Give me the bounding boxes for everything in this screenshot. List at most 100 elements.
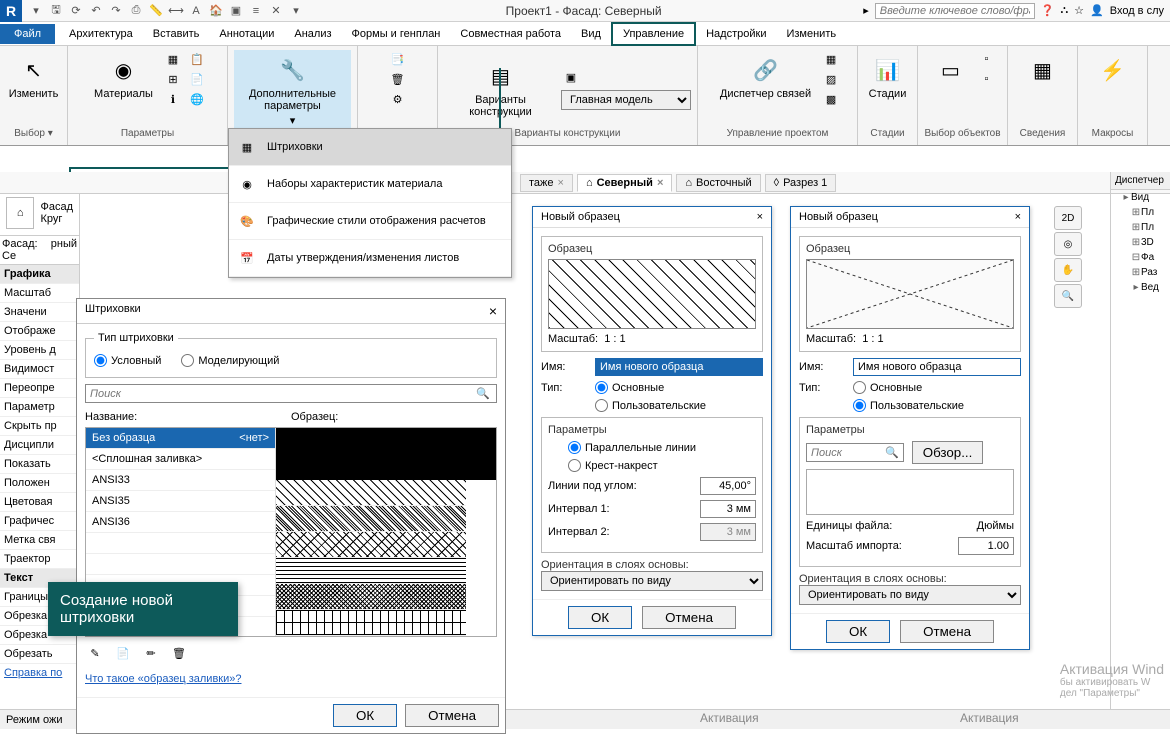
add-set-icon[interactable]: ▣ (561, 68, 581, 86)
zoom-icon[interactable]: 🔍 (1054, 284, 1082, 308)
switch-win-icon[interactable]: ▾ (288, 3, 304, 19)
dd-sheet-issues[interactable]: 📅Даты утверждения/изменения листов (229, 240, 511, 277)
ok-button[interactable]: ОК (826, 620, 890, 643)
duplicate-pattern-icon[interactable]: 📄 (113, 643, 133, 663)
prop-row[interactable]: Переопре (0, 379, 79, 398)
pattern-row[interactable]: Без образца<нет> (86, 428, 275, 449)
basic-radio[interactable]: Основные (853, 381, 922, 394)
orient-select[interactable]: Ориентировать по виду (799, 585, 1021, 605)
prop-row[interactable]: Значени (0, 303, 79, 322)
star-icon[interactable]: ☆ (1074, 4, 1084, 17)
close-view-icon[interactable]: ✕ (268, 3, 284, 19)
prop-row[interactable]: Уровень д (0, 341, 79, 360)
pattern-row[interactable] (86, 533, 275, 554)
close-icon[interactable]: × (1015, 211, 1021, 223)
import-scale-input[interactable] (958, 537, 1014, 555)
rename-pattern-icon[interactable]: ✏ (141, 643, 161, 663)
new-pattern-icon[interactable]: ✎ (85, 643, 105, 663)
manage-links-button[interactable]: 🔗Диспетчер связей (714, 50, 817, 104)
tree-schedules[interactable]: ▸Вед (1111, 280, 1170, 295)
view-tab-north[interactable]: ⌂Северный× (577, 174, 672, 192)
pattern-search[interactable]: 🔍 (85, 384, 497, 403)
prop-row[interactable]: Графичес (0, 512, 79, 531)
crosshatch-radio[interactable]: Крест-накрест (568, 459, 658, 472)
orient-select[interactable]: Ориентировать по виду (541, 571, 763, 591)
sync-icon[interactable]: ⟳ (68, 3, 84, 19)
properties-help-link[interactable]: Справка по (0, 664, 79, 682)
spacing1-input[interactable] (700, 500, 756, 518)
menu-analyze[interactable]: Анализ (284, 24, 341, 44)
project-params-icon[interactable]: 📋 (187, 50, 207, 68)
menu-massing[interactable]: Формы и генплан (342, 24, 451, 44)
section-icon[interactable]: ▣ (228, 3, 244, 19)
dd-material-assets[interactable]: ◉Наборы характеристик материала (229, 166, 511, 203)
close-icon[interactable]: × (657, 177, 663, 189)
tree-sections[interactable]: ⊞Раз (1111, 265, 1170, 280)
transfer-icon[interactable]: 📑 (388, 50, 408, 68)
prop-row[interactable]: Показать (0, 455, 79, 474)
menu-architecture[interactable]: Архитектура (59, 24, 143, 44)
link3-icon[interactable]: ▩ (821, 90, 841, 108)
search-icon[interactable]: 🔍 (470, 385, 496, 402)
pattern-file-list[interactable] (806, 469, 1014, 515)
thin-lines-icon[interactable]: ≡ (248, 3, 264, 19)
cancel-button[interactable]: Отмена (642, 606, 736, 629)
prop-row[interactable]: Обрезать (0, 645, 79, 664)
browse-button[interactable]: Обзор... (912, 441, 984, 464)
dd-analysis-display[interactable]: 🎨Графические стили отображения расчетов (229, 203, 511, 240)
custom-radio[interactable]: Пользовательские (595, 399, 706, 412)
tree-3d[interactable]: ⊞3D (1111, 235, 1170, 250)
menu-addins[interactable]: Надстройки (696, 24, 776, 44)
drafting-radio[interactable]: Условный (94, 354, 161, 367)
pattern-row[interactable]: <Сплошная заливка> (86, 449, 275, 470)
delete-pattern-icon[interactable]: 🗑 (169, 643, 189, 663)
prop-row[interactable]: Положен (0, 474, 79, 493)
type-selector[interactable]: ⌂ ФасадКруг (0, 191, 79, 235)
view-tab-section[interactable]: ◊Разрез 1 (765, 174, 837, 192)
open-icon[interactable]: ▾ (28, 3, 44, 19)
prop-row[interactable]: Масштаб (0, 284, 79, 303)
menu-manage[interactable]: Управление (611, 22, 696, 46)
model-radio[interactable]: Моделирующий (181, 354, 279, 367)
dd-fill-patterns[interactable]: ▦Штриховки (229, 129, 511, 166)
view-tab-1[interactable]: таже× (520, 174, 573, 192)
tree-views[interactable]: ▸Вид (1111, 190, 1170, 205)
modify-button[interactable]: ↖Изменить (3, 50, 65, 104)
print-icon[interactable]: ⎙ (128, 3, 144, 19)
menu-file[interactable]: Файл (0, 24, 55, 44)
save-icon[interactable]: 🖫 (48, 3, 64, 19)
menu-view[interactable]: Вид (571, 24, 611, 44)
tree-item[interactable]: ⊞Пл (1111, 205, 1170, 220)
prop-row[interactable]: Дисципли (0, 436, 79, 455)
close-icon[interactable]: × (757, 211, 763, 223)
tree-facades[interactable]: ⊟Фа (1111, 250, 1170, 265)
custom-radio[interactable]: Пользовательские (853, 399, 964, 412)
menu-insert[interactable]: Вставить (143, 24, 210, 44)
comm-icon[interactable]: ⛬ (1060, 4, 1068, 17)
dim-icon[interactable]: ⟷ (168, 3, 184, 19)
measure-icon[interactable]: 📏 (148, 3, 164, 19)
prop-row[interactable]: Метка свя (0, 531, 79, 550)
basic-radio[interactable]: Основные (595, 381, 664, 394)
cancel-button[interactable]: Отмена (900, 620, 994, 643)
redo-icon[interactable]: ↷ (108, 3, 124, 19)
s1-icon[interactable]: ▫ (977, 50, 997, 68)
link1-icon[interactable]: ▦ (821, 50, 841, 68)
selection-button[interactable]: ▭ (929, 50, 973, 90)
tree-item[interactable]: ⊞Пл (1111, 220, 1170, 235)
link2-icon[interactable]: ▨ (821, 70, 841, 88)
menu-annotate[interactable]: Аннотации (209, 24, 284, 44)
prop-row[interactable]: Отображе (0, 322, 79, 341)
pattern-file-search[interactable]: 🔍 (806, 443, 904, 462)
close-icon[interactable]: × (558, 177, 564, 189)
undo-icon[interactable]: ↶ (88, 3, 104, 19)
pattern-name-input[interactable] (853, 358, 1021, 376)
main-model-select[interactable]: Главная модель (561, 90, 691, 110)
menu-modify[interactable]: Изменить (776, 24, 846, 44)
viewcube-icon[interactable]: 2D (1054, 206, 1082, 230)
cancel-button[interactable]: Отмена (405, 704, 499, 727)
wheel-icon[interactable]: ◎ (1054, 232, 1082, 256)
user-icon[interactable]: 👤 (1090, 4, 1104, 17)
prop-row[interactable]: Траектор (0, 550, 79, 569)
help-icon[interactable]: ❓ (1041, 4, 1055, 17)
